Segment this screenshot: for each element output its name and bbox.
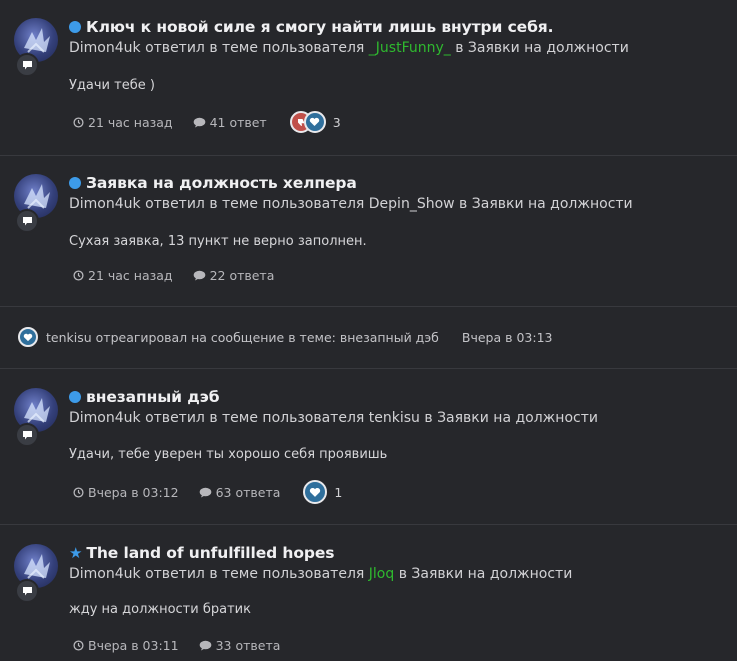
time-stat: Вчера в 03:11 [73, 638, 179, 653]
speech-bubble-icon [22, 61, 32, 70]
replies-count[interactable]: 33 ответа [216, 638, 281, 653]
meta-text: ответил в теме пользователя [140, 566, 369, 582]
topic-title[interactable]: Ключ к новой силе я смогу найти лишь вну… [69, 18, 554, 36]
topic-user-link[interactable]: _JustFunny_ [369, 40, 451, 56]
author-link[interactable]: Dimon4uk [69, 566, 141, 582]
heart-icon [23, 333, 33, 341]
post-time[interactable]: Вчера в 03:11 [88, 638, 179, 653]
heart-icon [310, 487, 321, 497]
topic-title-link[interactable]: Заявка на должность хелпера [86, 174, 357, 192]
topic-title-link[interactable]: внезапный дэб [86, 388, 220, 406]
clock-icon [73, 639, 84, 651]
post-stats: 21 час назад 22 ответа [73, 266, 294, 284]
forum-link[interactable]: в Заявки на должности [451, 40, 629, 56]
comment-icon [193, 117, 205, 127]
meta-text: ответил в теме пользователя [140, 196, 369, 212]
clock-icon [73, 269, 84, 281]
heart-reaction [303, 480, 328, 504]
time-stat: Вчера в 03:12 [73, 485, 179, 500]
comment-icon [193, 270, 205, 280]
reply-badge [15, 579, 39, 603]
reply-badge [15, 423, 39, 447]
replies-count[interactable]: 22 ответа [210, 268, 275, 283]
post-stats: 21 час назад 41 ответ 3 [73, 111, 341, 133]
clock-icon [73, 116, 84, 128]
author-link[interactable]: Dimon4uk [69, 410, 141, 426]
topic-title-link[interactable]: The land of unfulfilled hopes [86, 544, 334, 562]
replies-count[interactable]: 41 ответ [210, 115, 267, 130]
feed-item: Ключ к новой силе я смогу найти лишь вну… [0, 0, 737, 155]
heart-reaction [303, 111, 326, 133]
author-link[interactable]: Dimon4uk [69, 196, 141, 212]
post-snippet: Удачи, тебе уверен ты хорошо себя прояви… [69, 447, 388, 462]
topic-title-link[interactable]: Ключ к новой силе я смогу найти лишь вну… [86, 18, 554, 36]
comment-icon [199, 487, 211, 497]
author-link[interactable]: Dimon4uk [69, 40, 141, 56]
replies-stat: 22 ответа [193, 268, 275, 283]
post-meta: Dimon4uk ответил в теме пользователя Jlo… [69, 566, 572, 582]
post-stats: Вчера в 03:11 33 ответа [73, 636, 300, 654]
speech-bubble-icon [22, 431, 32, 440]
activity-time[interactable]: Вчера в 03:13 [462, 330, 553, 345]
comment-icon [199, 640, 211, 650]
post-time[interactable]: 21 час назад [88, 115, 173, 130]
divider [0, 306, 737, 307]
reactions[interactable]: 3 [289, 111, 341, 133]
unread-dot-icon [69, 391, 81, 403]
reply-badge [15, 53, 39, 77]
topic-user-link[interactable]: Depin_Show [369, 196, 455, 212]
topic-user-link[interactable]: tenkisu [369, 410, 420, 426]
heart-icon [310, 117, 320, 126]
activity-feed: Ключ к новой силе я смогу найти лишь вну… [0, 0, 737, 661]
clock-icon [73, 486, 84, 498]
feed-item: внезапный дэб Dimon4uk ответил в теме по… [0, 369, 737, 524]
reaction-activity: tenkisu отреагировал на сообщение в теме… [18, 327, 553, 347]
speech-bubble-icon [22, 217, 32, 226]
post-time[interactable]: 21 час назад [88, 268, 173, 283]
reaction-count: 3 [332, 114, 341, 130]
replies-count[interactable]: 63 ответа [216, 485, 281, 500]
post-time[interactable]: Вчера в 03:12 [88, 485, 179, 500]
featured-star-icon: ★ [69, 544, 83, 562]
heart-reaction [18, 327, 38, 347]
topic-title[interactable]: внезапный дэб [69, 388, 220, 406]
replies-stat: 33 ответа [199, 638, 281, 653]
reaction-count: 1 [334, 484, 343, 500]
replies-stat: 41 ответ [193, 115, 267, 130]
post-snippet: жду на должности братик [69, 602, 251, 617]
topic-title[interactable]: ★ The land of unfulfilled hopes [69, 544, 335, 562]
post-snippet: Удачи тебе ) [69, 78, 155, 93]
forum-link[interactable]: в Заявки на должности [420, 410, 598, 426]
feed-item: ★ The land of unfulfilled hopes Dimon4uk … [0, 525, 737, 661]
post-snippet: Сухая заявка, 13 пункт не верно заполнен… [69, 234, 367, 249]
unread-dot-icon [69, 177, 81, 189]
unread-dot-icon [69, 21, 81, 33]
replies-stat: 63 ответа [199, 485, 281, 500]
post-meta: Dimon4uk ответил в теме пользователя Dep… [69, 196, 633, 212]
forum-link[interactable]: в Заявки на должности [455, 196, 633, 212]
post-meta: Dimon4uk ответил в теме пользователя ten… [69, 410, 598, 426]
feed-item: Заявка на должность хелпера Dimon4uk отв… [0, 156, 737, 306]
post-stats: Вчера в 03:12 63 ответа 1 [73, 480, 342, 504]
topic-title[interactable]: Заявка на должность хелпера [69, 174, 357, 192]
topic-user-link[interactable]: Jloq [369, 566, 394, 582]
forum-link[interactable]: в Заявки на должности [394, 566, 573, 582]
post-meta: Dimon4uk ответил в теме пользователя _Ju… [69, 40, 629, 56]
speech-bubble-icon [22, 587, 32, 596]
meta-text: ответил в теме пользователя [140, 410, 369, 426]
time-stat: 21 час назад [73, 115, 173, 130]
meta-text: ответил в теме пользователя [140, 40, 369, 56]
activity-text[interactable]: tenkisu отреагировал на сообщение в теме… [46, 330, 439, 345]
reactions[interactable]: 1 [303, 480, 342, 504]
reply-badge [15, 209, 39, 233]
time-stat: 21 час назад [73, 268, 173, 283]
